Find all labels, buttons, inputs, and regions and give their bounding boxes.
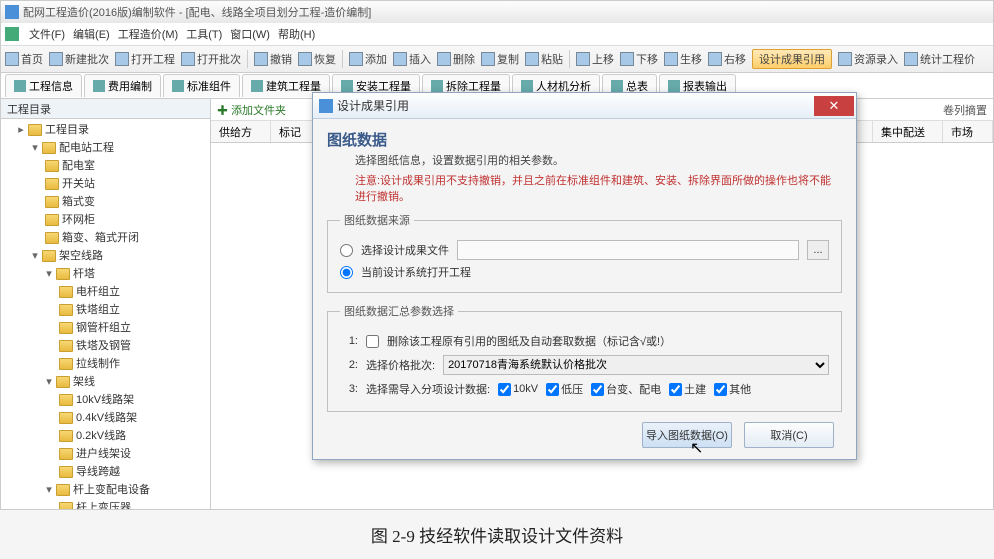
subdata-label: 选择需导入分项设计数据:	[366, 381, 490, 397]
radio-current-project[interactable]	[340, 266, 353, 279]
col-dist[interactable]: 集中配送	[873, 121, 943, 142]
menu-tool[interactable]: 工具(T)	[186, 26, 222, 42]
cancel-button[interactable]: 取消(C)	[744, 422, 834, 448]
window-title: 配网工程造价(2016版)编制软件 - [配电、线路全项目划分工程-造价编制]	[23, 4, 371, 20]
params-fieldset: 图纸数据汇总参数选择 1: 删除该工程原有引用的图纸及自动套取数据（标记含√或!…	[327, 303, 842, 412]
warning-text: 注意:设计成果引用不支持撤销，并且之前在标准组件和建筑、安装、拆除界面所做的操作…	[355, 172, 842, 204]
tab-std[interactable]: 标准组件	[163, 74, 240, 97]
tb-newbatch[interactable]: 新建批次	[49, 51, 109, 67]
section-title: 图纸数据	[327, 129, 842, 150]
tb-left[interactable]: 生移	[664, 51, 702, 67]
params-legend: 图纸数据汇总参数选择	[340, 303, 458, 319]
toolbar: 首页 新建批次 打开工程 打开批次 撤销 恢复 添加 插入 删除 复制 粘贴 上…	[1, 45, 993, 73]
tb-right[interactable]: 右移	[708, 51, 746, 67]
price-batch-label: 选择价格批次:	[366, 357, 435, 373]
app-icon	[5, 5, 19, 19]
tb-paste[interactable]: 粘贴	[525, 51, 563, 67]
design-import-dialog: 设计成果引用 ✕ 图纸数据 选择图纸信息，设置数据引用的相关参数。 注意:设计成…	[312, 92, 857, 460]
col-market[interactable]: 市场	[943, 121, 993, 142]
chk-other[interactable]	[714, 383, 727, 396]
tab-fee[interactable]: 费用编制	[84, 74, 161, 97]
col-supplier[interactable]: 供给方	[211, 121, 271, 142]
titlebar: 配网工程造价(2016版)编制软件 - [配电、线路全项目划分工程-造价编制]	[1, 1, 993, 23]
file-path-input[interactable]	[457, 240, 799, 260]
tab-info[interactable]: 工程信息	[5, 74, 82, 97]
tb-stat[interactable]: 统计工程价	[904, 51, 975, 67]
source-fieldset: 图纸数据来源 选择设计成果文件 ... 当前设计系统打开工程	[327, 212, 842, 293]
import-button[interactable]: 导入图纸数据(O)	[642, 422, 732, 448]
menu-file[interactable]: 文件(F)	[29, 26, 65, 42]
menubar: 文件(F) 编辑(E) 工程造价(M) 工具(T) 窗口(W) 帮助(H)	[1, 23, 993, 45]
tree-header: 工程目录	[1, 99, 210, 119]
radio-select-file[interactable]	[340, 244, 353, 257]
folder-icon	[28, 124, 42, 136]
menu-help[interactable]: 帮助(H)	[278, 26, 315, 42]
menu-edit[interactable]: 编辑(E)	[73, 26, 110, 42]
tb-home[interactable]: 首页	[5, 51, 43, 67]
tb-delete[interactable]: 删除	[437, 51, 475, 67]
menu-icon	[5, 27, 19, 41]
dialog-titlebar: 设计成果引用 ✕	[313, 93, 856, 119]
tb-undo[interactable]: 撤销	[254, 51, 292, 67]
radio-current-project-label: 当前设计系统打开工程	[361, 264, 471, 280]
tb-openbatch[interactable]: 打开批次	[181, 51, 241, 67]
chk-lv[interactable]	[546, 383, 559, 396]
close-button[interactable]: ✕	[814, 96, 854, 116]
project-tree[interactable]: ▸工程目录 ▾配电站工程 配电室 开关站 箱式变 环网柜 箱变、箱式开闭 ▾架空…	[1, 119, 210, 509]
browse-button[interactable]: ...	[807, 240, 829, 260]
section-desc: 选择图纸信息，设置数据引用的相关参数。	[355, 152, 842, 168]
tb-up[interactable]: 上移	[576, 51, 614, 67]
chk-delete-old-label: 删除该工程原有引用的图纸及自动套取数据（标记含√或!）	[387, 333, 671, 349]
add-folder-btn[interactable]: ✚ 添加文件夹	[217, 102, 286, 118]
price-batch-select[interactable]: 20170718青海系统默认价格批次	[443, 355, 829, 375]
tb-openproj[interactable]: 打开工程	[115, 51, 175, 67]
figure-caption: 图 2-9 技经软件读取设计文件资料	[0, 522, 994, 547]
source-legend: 图纸数据来源	[340, 212, 414, 228]
chk-trans[interactable]	[591, 383, 604, 396]
tb-add[interactable]: 添加	[349, 51, 387, 67]
menu-window[interactable]: 窗口(W)	[230, 26, 270, 42]
radio-select-file-label: 选择设计成果文件	[361, 242, 449, 258]
tree-panel: 工程目录 ▸工程目录 ▾配电站工程 配电室 开关站 箱式变 环网柜 箱变、箱式开…	[1, 99, 211, 509]
tb-redo[interactable]: 恢复	[298, 51, 336, 67]
tb-design-import[interactable]: 设计成果引用	[752, 49, 832, 69]
dialog-icon	[319, 99, 333, 113]
tb-res[interactable]: 资源录入	[838, 51, 898, 67]
tb-insert[interactable]: 插入	[393, 51, 431, 67]
chk-civil[interactable]	[669, 383, 682, 396]
chk-delete-old[interactable]	[366, 335, 379, 348]
tb-down[interactable]: 下移	[620, 51, 658, 67]
col-layout[interactable]: 卷列摘置	[943, 102, 987, 118]
tb-copy[interactable]: 复制	[481, 51, 519, 67]
menu-cost[interactable]: 工程造价(M)	[118, 26, 179, 42]
chk-10kv[interactable]	[498, 383, 511, 396]
dialog-title: 设计成果引用	[337, 97, 409, 114]
